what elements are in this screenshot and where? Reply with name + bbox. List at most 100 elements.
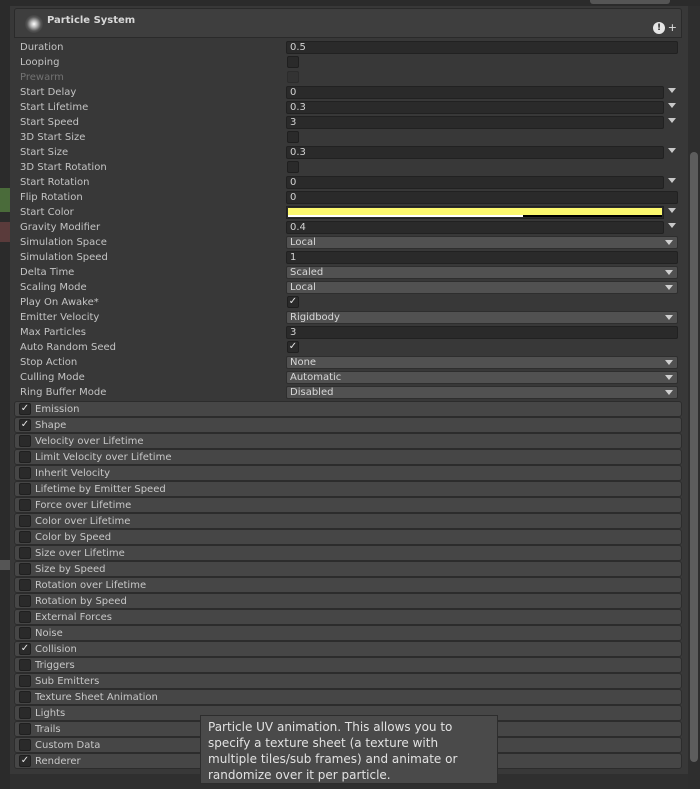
gravity-modifier-field[interactable]: 0.4 (286, 221, 664, 234)
rotation-over-lifetime-module-checkbox[interactable] (19, 579, 31, 591)
custom-data-module-checkbox[interactable] (19, 739, 31, 751)
module-triggers[interactable]: Triggers (14, 657, 682, 673)
flip-rotation-field[interactable]: 0 (286, 191, 678, 204)
warning-icon[interactable]: ! (653, 22, 665, 34)
module-rotation-by-speed[interactable]: Rotation by Speed (14, 593, 682, 609)
property-row-start-color: Start Color (18, 205, 680, 220)
top-tab-chip[interactable] (590, 0, 670, 4)
simulation-space-dropdown[interactable]: Local (286, 236, 678, 249)
property-label-start-delay: Start Delay (20, 87, 77, 98)
chevron-down-icon (665, 375, 673, 380)
curve-mode-dropdown-icon[interactable] (668, 223, 676, 228)
renderer-module-checkbox[interactable]: ✓ (19, 755, 31, 767)
duration-field[interactable]: 0.5 (286, 41, 678, 54)
play-on-awake-checkbox[interactable]: ✓ (287, 296, 299, 308)
start-lifetime-field[interactable]: 0.3 (286, 101, 664, 114)
collision-module-checkbox[interactable]: ✓ (19, 643, 31, 655)
module-size-over-lifetime[interactable]: Size over Lifetime (14, 545, 682, 561)
main-module-properties: Duration 0.5 Looping Prewarm Start Delay 0 Sta… (18, 40, 680, 400)
add-icon[interactable]: + (668, 22, 677, 33)
size-by-speed-module-checkbox[interactable] (19, 563, 31, 575)
limit-velocity-over-lifetime-module-checkbox[interactable] (19, 451, 31, 463)
module-sub-emitters[interactable]: Sub Emitters (14, 673, 682, 689)
simulation-speed-field[interactable]: 1 (286, 251, 678, 264)
property-row-prewarm: Prewarm (18, 70, 680, 85)
property-label-gravity-modifier: Gravity Modifier (20, 222, 101, 233)
property-row-play-on-awake: Play On Awake* ✓ (18, 295, 680, 310)
module-label: Lights (35, 708, 66, 719)
start-rotation-field[interactable]: 0 (286, 176, 664, 189)
scrollbar-thumb[interactable] (690, 152, 698, 762)
property-label-play-on-awake: Play On Awake* (20, 297, 99, 308)
curve-mode-dropdown-icon[interactable] (668, 148, 676, 153)
auto-random-seed-checkbox[interactable]: ✓ (287, 341, 299, 353)
emitter-velocity-dropdown[interactable]: Rigidbody (286, 311, 678, 324)
curve-mode-dropdown-icon[interactable] (668, 178, 676, 183)
module-external-forces[interactable]: External Forces (14, 609, 682, 625)
lifetime-by-emitter-speed-module-checkbox[interactable] (19, 483, 31, 495)
module-emission[interactable]: ✓ Emission (14, 401, 682, 417)
texture-sheet-animation-module-checkbox[interactable] (19, 691, 31, 703)
sub-emitters-module-checkbox[interactable] (19, 675, 31, 687)
start-color-color-field[interactable] (286, 206, 664, 219)
triggers-module-checkbox[interactable] (19, 659, 31, 671)
module-limit-velocity-over-lifetime[interactable]: Limit Velocity over Lifetime (14, 449, 682, 465)
3d-start-size-checkbox[interactable] (287, 131, 299, 143)
shape-module-checkbox[interactable]: ✓ (19, 419, 31, 431)
start-speed-field[interactable]: 3 (286, 116, 664, 129)
module-texture-sheet-animation[interactable]: Texture Sheet Animation (14, 689, 682, 705)
property-label-flip-rotation: Flip Rotation (20, 192, 83, 203)
velocity-over-lifetime-module-checkbox[interactable] (19, 435, 31, 447)
property-row-emitter-velocity: Emitter Velocity Rigidbody (18, 310, 680, 325)
curve-mode-dropdown-icon[interactable] (668, 103, 676, 108)
emission-module-checkbox[interactable]: ✓ (19, 403, 31, 415)
rotation-by-speed-module-checkbox[interactable] (19, 595, 31, 607)
module-inherit-velocity[interactable]: Inherit Velocity (14, 465, 682, 481)
culling-mode-dropdown[interactable]: Automatic (286, 371, 678, 384)
curve-mode-dropdown-icon[interactable] (668, 118, 676, 123)
module-size-by-speed[interactable]: Size by Speed (14, 561, 682, 577)
stop-action-dropdown[interactable]: None (286, 356, 678, 369)
component-title: Particle System (47, 15, 136, 26)
color-by-speed-module-checkbox[interactable] (19, 531, 31, 543)
delta-time-dropdown[interactable]: Scaled (286, 266, 678, 279)
3d-start-rotation-checkbox[interactable] (287, 161, 299, 173)
emitter-velocity-dropdown-value: Rigidbody (290, 312, 340, 323)
module-shape[interactable]: ✓ Shape (14, 417, 682, 433)
start-size-field[interactable]: 0.3 (286, 146, 664, 159)
property-label-auto-random-seed: Auto Random Seed (20, 342, 116, 353)
module-color-over-lifetime[interactable]: Color over Lifetime (14, 513, 682, 529)
property-row-flip-rotation: Flip Rotation 0 (18, 190, 680, 205)
vertical-scrollbar[interactable] (688, 6, 700, 789)
property-label-3d-start-rotation: 3D Start Rotation (20, 162, 107, 173)
module-label: Lifetime by Emitter Speed (35, 484, 166, 495)
looping-checkbox[interactable] (287, 56, 299, 68)
color-mode-dropdown-icon[interactable] (668, 208, 676, 213)
property-label-start-speed: Start Speed (20, 117, 79, 128)
max-particles-field[interactable]: 3 (286, 326, 678, 339)
force-over-lifetime-module-checkbox[interactable] (19, 499, 31, 511)
module-label: Custom Data (35, 740, 101, 751)
chevron-down-icon (665, 270, 673, 275)
start-delay-field[interactable]: 0 (286, 86, 664, 99)
curve-mode-dropdown-icon[interactable] (668, 88, 676, 93)
lights-module-checkbox[interactable] (19, 707, 31, 719)
external-forces-module-checkbox[interactable] (19, 611, 31, 623)
scaling-mode-dropdown[interactable]: Local (286, 281, 678, 294)
color-over-lifetime-module-checkbox[interactable] (19, 515, 31, 527)
property-row-stop-action: Stop Action None (18, 355, 680, 370)
component-header[interactable]: Particle System ! + (14, 8, 682, 38)
inherit-velocity-module-checkbox[interactable] (19, 467, 31, 479)
module-color-by-speed[interactable]: Color by Speed (14, 529, 682, 545)
noise-module-checkbox[interactable] (19, 627, 31, 639)
trails-module-checkbox[interactable] (19, 723, 31, 735)
module-noise[interactable]: Noise (14, 625, 682, 641)
module-rotation-over-lifetime[interactable]: Rotation over Lifetime (14, 577, 682, 593)
module-collision[interactable]: ✓ Collision (14, 641, 682, 657)
ring-buffer-mode-dropdown[interactable]: Disabled (286, 386, 678, 399)
module-force-over-lifetime[interactable]: Force over Lifetime (14, 497, 682, 513)
module-label: Renderer (35, 756, 81, 767)
module-lifetime-by-emitter-speed[interactable]: Lifetime by Emitter Speed (14, 481, 682, 497)
module-velocity-over-lifetime[interactable]: Velocity over Lifetime (14, 433, 682, 449)
size-over-lifetime-module-checkbox[interactable] (19, 547, 31, 559)
